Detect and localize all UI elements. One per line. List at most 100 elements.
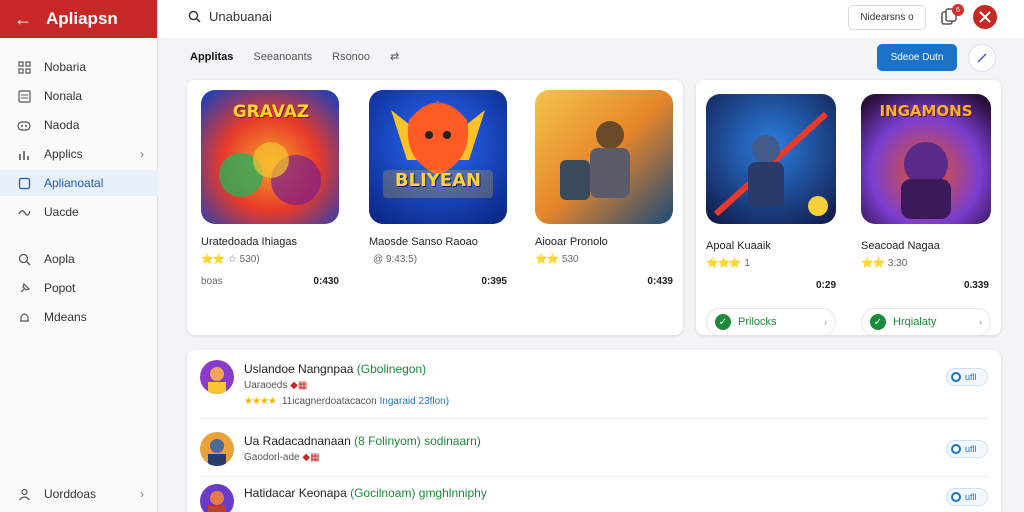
game-rating: ⭐⭐⭐ 1 xyxy=(706,258,750,269)
game-rating: ⭐⭐ 530 xyxy=(535,254,579,265)
game-name: Maosde Sanso Raoao xyxy=(369,236,478,248)
search-icon xyxy=(188,10,201,23)
gamepad-icon xyxy=(16,117,32,133)
chevron-right-icon: › xyxy=(824,317,827,327)
pin-icon xyxy=(16,280,32,296)
game-art-title: INGAMONS xyxy=(879,102,973,120)
sidebar-item-10[interactable]: Uorddoas › xyxy=(0,481,158,507)
tab-applitas[interactable]: Applitas xyxy=(190,51,233,63)
review-sub-text: Gaodorl-ade xyxy=(244,452,300,463)
grid-icon xyxy=(16,59,32,75)
sidebar-item-label: Nobaria xyxy=(44,60,87,74)
game-price: 0:430 xyxy=(313,276,339,287)
play-icon: ✓ xyxy=(715,314,731,330)
install-button[interactable]: ✓ Prilocks › xyxy=(706,308,836,336)
notifications-button[interactable]: Nidearsns o xyxy=(848,5,926,30)
avatar xyxy=(200,432,234,466)
play-icon: ✓ xyxy=(870,314,886,330)
search-input[interactable]: Unabuanai xyxy=(209,9,272,24)
top-bar: Unabuanai Nidearsns o 6 xyxy=(158,0,1024,38)
game-rating: ⭐⭐ ☆ 530) xyxy=(201,254,260,265)
user-icon xyxy=(16,486,32,502)
list-icon xyxy=(16,88,32,104)
back-arrow-icon[interactable]: ← xyxy=(14,9,32,30)
review-link[interactable]: Ingaraid 23flon) xyxy=(380,396,450,407)
review-title-text: Hatidacar Keonapa xyxy=(244,486,347,500)
follow-label: ufll xyxy=(965,444,977,454)
divider xyxy=(200,476,990,477)
follow-label: ufll xyxy=(965,372,977,382)
chart-icon xyxy=(16,146,32,162)
edit-button[interactable] xyxy=(968,44,996,72)
game-price: 0:395 xyxy=(481,276,507,287)
follow-label: ufll xyxy=(965,492,977,502)
sidebar-item-6[interactable]: Uacde xyxy=(0,199,158,225)
app-title: Apliapsn xyxy=(46,9,118,28)
radio-icon xyxy=(951,444,961,454)
rating-text: @ 9:43:5) xyxy=(373,254,418,265)
star-icons: ⭐⭐ xyxy=(201,254,225,265)
sidebar-item-8[interactable]: Popot xyxy=(0,275,158,301)
game-name: Uratedoada Ihiagas xyxy=(201,236,298,248)
sidebar-item-label: Aplianoatal xyxy=(44,176,104,190)
bell-icon xyxy=(16,309,32,325)
sidebar-item-2[interactable]: Nonala xyxy=(0,83,158,109)
game-art-title: BLIYEAN xyxy=(394,170,482,191)
search-icon xyxy=(16,251,32,267)
review-tag: (8 Folinyom) sodinaarn) xyxy=(354,434,481,448)
review-title: Hatidacar Keonapa (Gocilnoam) gmghlnniph… xyxy=(244,486,487,500)
follow-toggle[interactable]: ufll xyxy=(946,440,988,458)
review-title-text: Ua Radacadnanaan xyxy=(244,434,351,448)
divider xyxy=(200,418,990,419)
sidebar-item-9[interactable]: Mdeans xyxy=(0,304,158,330)
install-button[interactable]: ✓ Hrqialaty › xyxy=(861,308,991,336)
rating-text: 3:30 xyxy=(887,258,908,269)
sidebar-item-4[interactable]: Applics › xyxy=(0,141,158,167)
game-price: 0.339 xyxy=(963,280,989,291)
game-rating: ⭐⭐ 3:30 xyxy=(861,258,907,269)
sidebar-item-5[interactable]: Aplianoatal xyxy=(0,170,158,196)
star-icons: ⭐⭐ xyxy=(535,254,559,265)
rating-text: ☆ 530) xyxy=(227,254,260,265)
rating-text: 530 xyxy=(561,254,579,265)
game-thumbnail xyxy=(369,90,507,224)
primary-action-button[interactable]: Sdeoe Dutn xyxy=(877,44,957,71)
sidebar-item-label: Uorddoas xyxy=(44,487,97,501)
game-footer: boas 0:430 xyxy=(201,276,339,287)
sidebar-item-label: Nonala xyxy=(44,89,83,103)
avatar xyxy=(200,360,234,394)
user-avatar[interactable] xyxy=(973,5,997,29)
review-meta-text: 11icagnerdoatacacon xyxy=(281,396,377,407)
sidebar-item-label: Popot xyxy=(44,281,76,295)
game-thumbnail xyxy=(706,94,836,224)
sidebar-item-label: Aopla xyxy=(44,252,75,266)
swap-icon[interactable]: ⇄ xyxy=(390,50,399,63)
game-name: Aiooar Pronolo xyxy=(535,236,608,248)
chevron-right-icon: › xyxy=(140,487,144,501)
tab-seeanoants[interactable]: Seeanoants xyxy=(253,51,312,63)
follow-toggle[interactable]: ufll xyxy=(946,368,988,386)
avatar xyxy=(200,484,234,512)
tab-rsonoo[interactable]: Rsonoo xyxy=(332,51,370,63)
review-tag: (Gocilnoam) gmghlnniphy xyxy=(350,486,487,500)
radio-icon xyxy=(951,372,961,382)
sidebar-item-7[interactable]: Aopla xyxy=(0,246,158,272)
sidebar-item-1[interactable]: Nobaria xyxy=(0,54,158,80)
sidebar-item-3[interactable]: Naoda xyxy=(0,112,158,138)
install-label: Hrqialaty xyxy=(893,316,937,328)
game-rating: @ 9:43:5) xyxy=(369,254,417,265)
star-icons: ⭐⭐ xyxy=(861,258,885,269)
pencil-icon xyxy=(977,53,987,63)
notification-badge: 6 xyxy=(952,4,964,16)
review-title-text: Uslandoe Nangnpaa xyxy=(244,362,354,376)
chevron-right-icon: › xyxy=(979,317,982,327)
review-subtitle: Uaraoeds ◆▦ xyxy=(244,380,307,391)
rating-text: 1 xyxy=(744,258,750,269)
game-price: 0:439 xyxy=(647,276,673,287)
follow-toggle[interactable]: ufll xyxy=(946,488,988,506)
game-foot-left: boas xyxy=(201,276,223,287)
sidebar-item-label: Applics xyxy=(44,147,83,161)
search-field[interactable]: Unabuanai xyxy=(188,9,272,24)
radio-icon xyxy=(951,492,961,502)
badge-icon: ◆▦ xyxy=(290,380,308,391)
